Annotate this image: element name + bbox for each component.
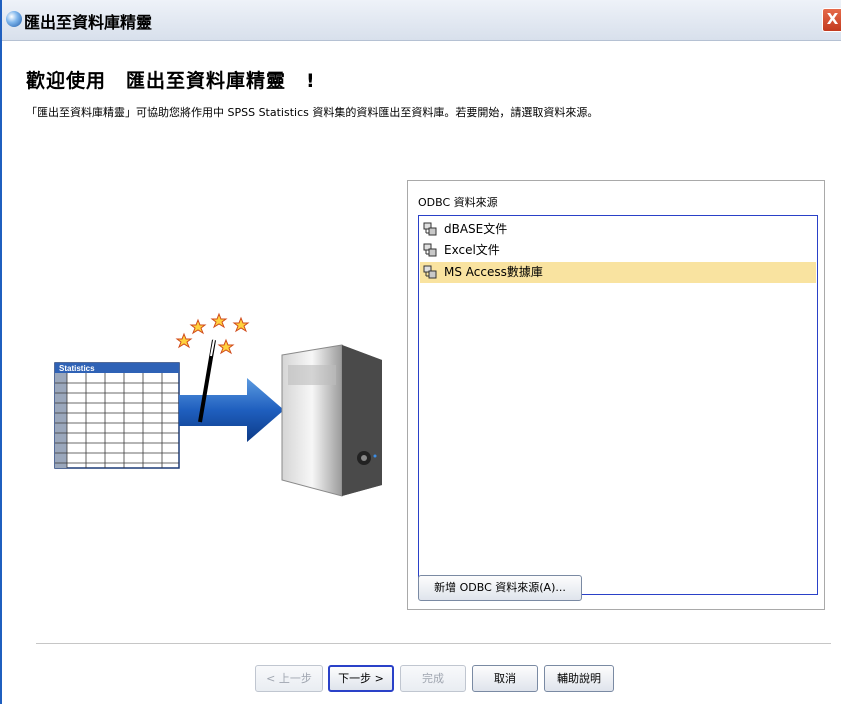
list-item-label: dBASE文件 bbox=[444, 222, 508, 236]
help-button[interactable]: 輔助說明 bbox=[544, 665, 614, 692]
app-globe-icon bbox=[6, 11, 22, 27]
odbc-sources-list[interactable]: dBASE文件 Excel文件 MS Access數據庫 bbox=[418, 215, 818, 595]
export-arrow-icon bbox=[179, 378, 284, 442]
list-item-ms-access[interactable]: MS Access數據庫 bbox=[420, 262, 816, 283]
next-button[interactable]: 下一步 > bbox=[328, 665, 394, 692]
list-item-excel[interactable]: Excel文件 bbox=[420, 240, 816, 261]
page-description: 「匯出至資料庫精靈」可協助您將作用中 SPSS Statistics 資料集的資… bbox=[26, 106, 599, 119]
list-item-label: Excel文件 bbox=[444, 243, 500, 257]
cancel-button[interactable]: 取消 bbox=[472, 665, 538, 692]
footer-divider bbox=[36, 643, 831, 644]
page-heading: 歡迎使用 匯出至資料庫精靈 ! bbox=[26, 70, 316, 92]
list-item-dbase[interactable]: dBASE文件 bbox=[420, 219, 816, 240]
database-source-icon bbox=[423, 265, 437, 279]
wizard-illustration: Statistics bbox=[54, 312, 382, 497]
database-source-icon bbox=[423, 222, 437, 236]
odbc-sources-label: ODBC 資料來源 bbox=[418, 196, 498, 209]
add-odbc-source-button[interactable]: 新增 ODBC 資料來源(A)... bbox=[418, 575, 582, 601]
statistics-table-title: Statistics bbox=[59, 364, 95, 373]
finish-button[interactable]: 完成 bbox=[400, 665, 466, 692]
database-source-icon bbox=[423, 243, 437, 257]
database-server-icon bbox=[281, 344, 382, 497]
statistics-table-image: Statistics bbox=[54, 362, 180, 469]
wizard-window: 匯出至資料庫精靈 X 歡迎使用 匯出至資料庫精靈 ! 「匯出至資料庫精靈」可協助… bbox=[0, 0, 841, 704]
close-button[interactable]: X bbox=[822, 8, 841, 32]
back-button[interactable]: < 上一步 bbox=[255, 665, 323, 692]
title-bar[interactable]: 匯出至資料庫精靈 X bbox=[2, 0, 841, 41]
window-title: 匯出至資料庫精靈 bbox=[24, 13, 153, 32]
list-item-label: MS Access數據庫 bbox=[444, 265, 543, 279]
